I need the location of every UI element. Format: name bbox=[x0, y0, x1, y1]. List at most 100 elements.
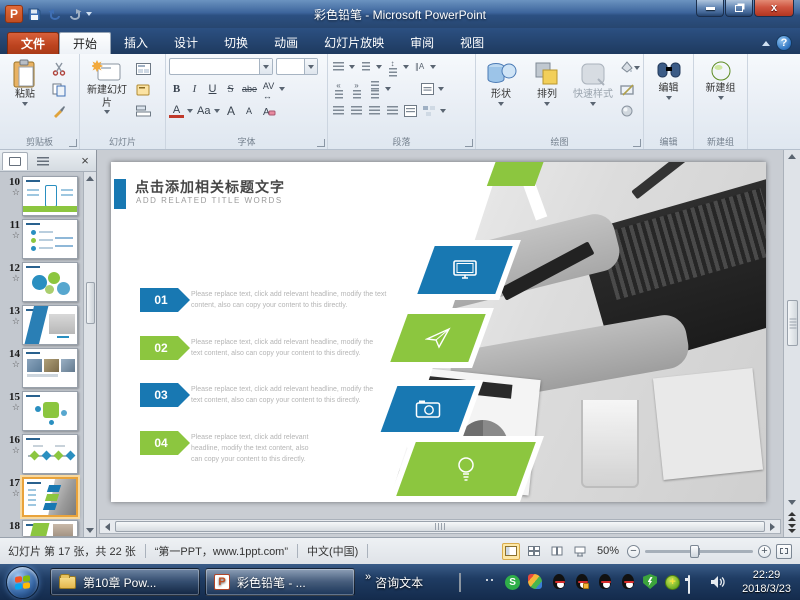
tab-view[interactable]: 视图 bbox=[447, 32, 497, 54]
line-spacing-caret-icon[interactable] bbox=[403, 65, 409, 69]
slide-canvas[interactable]: 点击添加相关标题文字 ADD RELATED TITLE WORDS 01 Pl… bbox=[111, 162, 766, 502]
slide-thumbnail-16[interactable]: 16☆ bbox=[0, 434, 82, 474]
text-direction-caret-icon[interactable] bbox=[430, 65, 436, 69]
strikethrough-button[interactable]: S bbox=[223, 81, 238, 97]
tab-slideshow[interactable]: 幻灯片放映 bbox=[311, 32, 397, 54]
decrease-indent-icon[interactable]: « bbox=[331, 81, 346, 97]
item-tag-03[interactable]: 03 bbox=[140, 383, 190, 407]
numbering-icon[interactable] bbox=[358, 59, 373, 75]
powerpoint-logo-icon[interactable]: P bbox=[5, 5, 23, 23]
slide-thumbnail-14[interactable]: 14☆ bbox=[0, 348, 82, 388]
drawing-dialog-launcher-icon[interactable] bbox=[633, 139, 641, 147]
quick-styles-caret-icon[interactable] bbox=[590, 102, 596, 106]
speaker-icon[interactable] bbox=[710, 575, 726, 591]
thumbnail-scrollbar[interactable] bbox=[83, 172, 96, 537]
shapes-button[interactable]: 形状 bbox=[479, 57, 523, 134]
slide-thumbnail-18[interactable]: 18 bbox=[0, 520, 82, 536]
item-text-02[interactable]: Please replace text, click add relevant … bbox=[191, 338, 381, 360]
shape-fill-icon[interactable] bbox=[617, 60, 637, 78]
animation-star-icon[interactable]: ☆ bbox=[0, 360, 20, 369]
italic-button[interactable]: I bbox=[187, 81, 202, 97]
copy-icon[interactable] bbox=[49, 81, 69, 99]
qq-icon-3[interactable] bbox=[596, 574, 612, 590]
scroll-down-icon[interactable] bbox=[788, 500, 796, 505]
new-group-button[interactable]: 新建组 bbox=[697, 57, 744, 134]
character-spacing-button[interactable]: AV↔ bbox=[261, 81, 276, 97]
align-text-icon[interactable] bbox=[420, 81, 435, 97]
next-slide-button[interactable] bbox=[788, 524, 796, 533]
columns-icon[interactable] bbox=[367, 81, 382, 97]
antivirus-shield-icon[interactable] bbox=[642, 574, 658, 590]
previous-slide-button[interactable] bbox=[788, 512, 796, 521]
slide-layout-icon[interactable] bbox=[133, 60, 153, 78]
tab-design[interactable]: 设计 bbox=[161, 32, 211, 54]
increase-indent-icon[interactable]: » bbox=[349, 81, 364, 97]
font-size-combo[interactable] bbox=[276, 58, 318, 75]
cut-icon[interactable] bbox=[49, 60, 69, 78]
editing-button[interactable]: 编辑 bbox=[647, 57, 690, 134]
scroll-right-icon[interactable] bbox=[770, 523, 775, 531]
animation-star-icon[interactable]: ☆ bbox=[0, 446, 20, 455]
undo-icon[interactable] bbox=[46, 6, 63, 23]
save-icon[interactable] bbox=[26, 6, 43, 23]
justify-icon[interactable] bbox=[385, 103, 400, 119]
bulb-badge[interactable] bbox=[396, 442, 536, 496]
clipboard-dialog-launcher-icon[interactable] bbox=[69, 139, 77, 147]
tab-animations[interactable]: 动画 bbox=[261, 32, 311, 54]
taskbar-item-folder[interactable]: 第10章 Pow... bbox=[50, 568, 200, 596]
align-text-caret-icon[interactable] bbox=[438, 87, 444, 91]
animation-star-icon[interactable]: ☆ bbox=[0, 188, 20, 197]
item-tag-01[interactable]: 01 bbox=[140, 288, 190, 312]
zoom-in-button[interactable]: + bbox=[758, 545, 771, 558]
shadow-button[interactable]: abe bbox=[241, 81, 258, 97]
wechat-icon[interactable] bbox=[482, 574, 498, 590]
help-icon[interactable]: ? bbox=[776, 35, 792, 51]
numbering-caret-icon[interactable] bbox=[376, 65, 382, 69]
new-slide-button[interactable]: 新建幻灯片 bbox=[83, 57, 131, 134]
animation-star-icon[interactable]: ☆ bbox=[0, 403, 20, 412]
horizontal-scrollbar[interactable] bbox=[99, 519, 781, 534]
bullets-icon[interactable] bbox=[331, 59, 346, 75]
animation-star-icon[interactable]: ☆ bbox=[0, 231, 20, 240]
underline-button[interactable]: U bbox=[205, 81, 220, 97]
font-color-caret-icon[interactable] bbox=[187, 109, 193, 113]
spacing-caret-icon[interactable] bbox=[279, 87, 285, 91]
slide-thumbnail-12[interactable]: 12☆ bbox=[0, 262, 82, 302]
network-icon[interactable] bbox=[687, 574, 703, 590]
bullets-caret-icon[interactable] bbox=[349, 65, 355, 69]
scroll-down-icon[interactable] bbox=[86, 528, 94, 533]
quick-styles-button[interactable]: 快速样式 bbox=[571, 57, 615, 134]
distribute-icon[interactable] bbox=[403, 103, 418, 119]
slide-title[interactable]: 点击添加相关标题文字 bbox=[135, 177, 285, 197]
section-icon[interactable] bbox=[133, 102, 153, 120]
toolbar-chevron-icon[interactable]: » bbox=[365, 571, 371, 583]
arrange-button[interactable]: 排列 bbox=[525, 57, 569, 134]
colorful-app-icon[interactable] bbox=[527, 574, 543, 590]
scroll-left-icon[interactable] bbox=[105, 523, 110, 531]
tab-transitions[interactable]: 切换 bbox=[211, 32, 261, 54]
smartart-caret-icon[interactable] bbox=[440, 109, 446, 113]
tab-insert[interactable]: 插入 bbox=[111, 32, 161, 54]
scroll-up-icon[interactable] bbox=[86, 176, 94, 181]
tab-review[interactable]: 审阅 bbox=[397, 32, 447, 54]
zoom-slider[interactable] bbox=[645, 550, 753, 553]
sogou-icon[interactable]: S bbox=[505, 575, 520, 590]
align-right-icon[interactable] bbox=[367, 103, 382, 119]
font-color-button[interactable]: A bbox=[169, 104, 184, 118]
smartart-convert-icon[interactable] bbox=[421, 103, 437, 119]
slides-tab[interactable] bbox=[2, 152, 28, 170]
columns-caret-icon[interactable] bbox=[385, 87, 391, 91]
slide-thumbnail-15[interactable]: 15☆ bbox=[0, 391, 82, 431]
animation-star-icon[interactable]: ☆ bbox=[0, 274, 20, 283]
normal-view-button[interactable] bbox=[502, 543, 520, 560]
new-slide-caret-icon[interactable] bbox=[104, 110, 110, 114]
qq-icon-4[interactable] bbox=[619, 574, 635, 590]
align-left-icon[interactable] bbox=[331, 103, 346, 119]
slide-thumbnail-13[interactable]: 13☆ bbox=[0, 305, 82, 345]
bold-button[interactable]: B bbox=[169, 81, 184, 97]
shapes-caret-icon[interactable] bbox=[498, 102, 504, 106]
close-panel-icon[interactable]: × bbox=[76, 153, 94, 168]
shape-effects-icon[interactable] bbox=[617, 102, 637, 120]
vscrollbar-thumb[interactable] bbox=[787, 300, 798, 346]
paste-caret-icon[interactable] bbox=[22, 102, 28, 106]
